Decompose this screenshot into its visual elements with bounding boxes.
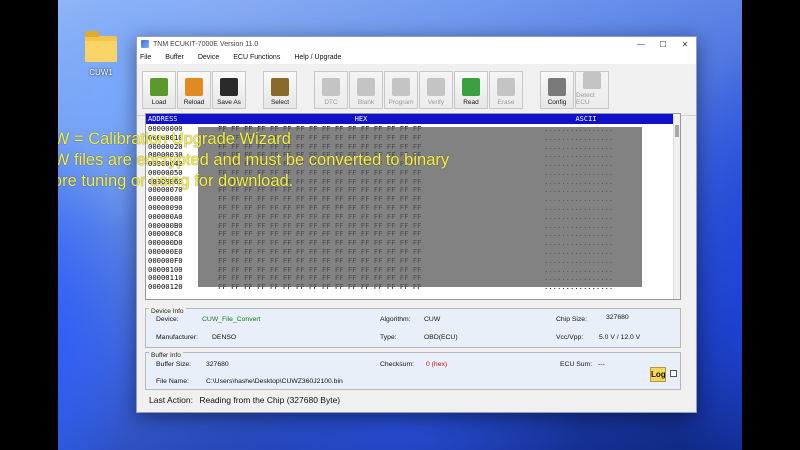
ecu-sum-value: --- — [598, 361, 605, 368]
toolbar-button-label: Reload — [183, 98, 205, 106]
read-button[interactable]: Read — [454, 70, 488, 109]
dtc-button[interactable]: DTC — [314, 70, 348, 109]
chip-size-label: Chip Size: — [556, 316, 587, 323]
buffer-size-label: Buffer Size: — [156, 361, 192, 368]
detect-ecu-button[interactable]: Detect ECU — [575, 70, 609, 109]
file-name-label: File Name: — [156, 378, 189, 385]
menu-buffer[interactable]: Buffer — [165, 54, 184, 61]
menu-ecu-functions[interactable]: ECU Functions — [233, 54, 280, 61]
caption-overlay-text: CUW = Calibration Upgrade Wizard CUW fil… — [30, 129, 530, 192]
toolbar-button-label: Blank — [357, 98, 375, 106]
buffer-info-title: Buffer Info — [149, 352, 183, 359]
save-as-button[interactable]: Save As — [212, 70, 246, 109]
log-button[interactable]: Log — [650, 367, 666, 382]
toolbar-button-label: Read — [463, 98, 479, 106]
window-title: TNM ECUKIT-7000E Version 11.0 — [153, 40, 259, 48]
verify-button[interactable]: Verify — [419, 70, 453, 109]
blank-button[interactable]: Blank — [349, 70, 383, 109]
manufacturer-value: DENSO — [212, 334, 237, 341]
close-button[interactable]: ✕ — [674, 40, 696, 49]
menu-file[interactable]: File — [140, 54, 151, 61]
device-info-title: Device Info — [149, 308, 186, 315]
toolbar-button-label: Detect ECU — [576, 91, 595, 106]
toolbar-button-label: DTC — [324, 98, 338, 106]
algorithm-label: Algorithm: — [380, 316, 411, 323]
hex-column-header: HEX — [354, 115, 368, 123]
caption-line-1: CUW = Calibration Upgrade Wizard — [30, 130, 291, 148]
toolbar-button-label: Program — [388, 98, 414, 106]
reload-icon — [185, 77, 203, 96]
scroll-thumb[interactable] — [675, 125, 679, 137]
app-window: TNM ECUKIT-7000E Version 11.0 — ☐ ✕ File… — [136, 36, 697, 413]
log-checkbox[interactable] — [670, 370, 677, 377]
app-icon — [141, 40, 149, 48]
ecu-sum-label: ECU Sum: — [560, 361, 593, 368]
erase-button[interactable]: Erase — [489, 70, 523, 109]
type-value: OBD(ECU) — [424, 334, 458, 341]
manufacturer-label: Manufacturer: — [156, 334, 198, 341]
menu-help-upgrade[interactable]: Help / Upgrade — [294, 54, 341, 61]
letterbox-left — [0, 0, 58, 450]
caption-line-3: before tuning or using for download. — [30, 172, 294, 190]
device-info-panel: Device Info Device: CUW_File_Convert Man… — [145, 308, 681, 348]
status-bar: Last Action: Reading from the Chip (3276… — [149, 395, 340, 405]
algorithm-value: CUW — [424, 316, 441, 323]
title-bar: TNM ECUKIT-7000E Version 11.0 — ☐ ✕ — [137, 37, 696, 51]
config-icon — [548, 77, 566, 96]
toolbar-button-label: Erase — [497, 98, 515, 106]
device-label: Device: — [156, 316, 179, 323]
folder-label: CUW1 — [89, 68, 113, 77]
toolbar-button-label: Verify — [427, 98, 445, 106]
dtc-icon — [322, 77, 340, 96]
load-icon — [150, 77, 168, 96]
save-icon — [220, 77, 238, 96]
caption-line-2: CUW files are encrypted and must be conv… — [30, 151, 450, 169]
last-action-text: Reading from the Chip (327680 Byte) — [199, 395, 341, 405]
vcc-value: 5.0 V / 12.0 V — [599, 334, 641, 341]
verify-icon — [427, 77, 445, 96]
read-icon — [462, 77, 480, 96]
checksum-value: 0 (hex) — [426, 361, 448, 368]
hex-scrollbar[interactable] — [673, 114, 680, 299]
select-button[interactable]: Select — [263, 70, 297, 109]
config-button[interactable]: Config — [540, 70, 574, 109]
program-button[interactable]: Program — [384, 70, 418, 109]
buffer-info-panel: Buffer Info Buffer Size: 327680 Checksum… — [145, 352, 681, 390]
blank-icon — [357, 77, 375, 96]
toolbar-button-label: Save As — [217, 98, 241, 106]
vcc-label: Vcc/Vpp: — [556, 334, 584, 341]
menu-bar: File Buffer Device ECU Functions Help / … — [137, 51, 696, 64]
file-name-value: C:\Users\hashe\Desktop\CUWZ360J2100.bin — [206, 378, 343, 385]
hex-header: ADDRESS HEX ASCII — [146, 114, 680, 124]
checksum-label: Checksum: — [380, 361, 414, 368]
toolbar: Load Reload Save As Select DTC Blank Program Ve… — [137, 64, 696, 116]
buffer-size-value: 327680 — [206, 361, 229, 368]
desktop-background: CUW1 TNM ECUKIT-7000E Version 11.0 — ☐ ✕… — [0, 0, 800, 450]
program-icon — [392, 77, 410, 96]
detect-ecu-icon — [583, 71, 601, 89]
chip-size-value: 327680 — [606, 314, 629, 321]
load-button[interactable]: Load — [142, 70, 176, 109]
ascii-header: ASCII — [575, 115, 597, 123]
letterbox-right — [742, 0, 800, 450]
select-icon — [271, 77, 289, 96]
address-header: ADDRESS — [148, 115, 178, 123]
reload-button[interactable]: Reload — [177, 70, 211, 109]
device-value: CUW_File_Convert — [202, 316, 261, 323]
toolbar-button-label: Select — [270, 98, 290, 106]
last-action-label: Last Action: — [149, 395, 193, 405]
minimize-button[interactable]: — — [630, 40, 652, 49]
maximize-button[interactable]: ☐ — [652, 40, 674, 49]
toolbar-button-label: Load — [151, 98, 167, 106]
type-label: Type: — [380, 334, 397, 341]
folder-icon — [85, 31, 117, 62]
desktop-folder[interactable]: CUW1 — [80, 31, 122, 77]
erase-icon — [497, 77, 515, 96]
menu-device[interactable]: Device — [198, 54, 219, 61]
toolbar-button-label: Config — [547, 98, 567, 106]
